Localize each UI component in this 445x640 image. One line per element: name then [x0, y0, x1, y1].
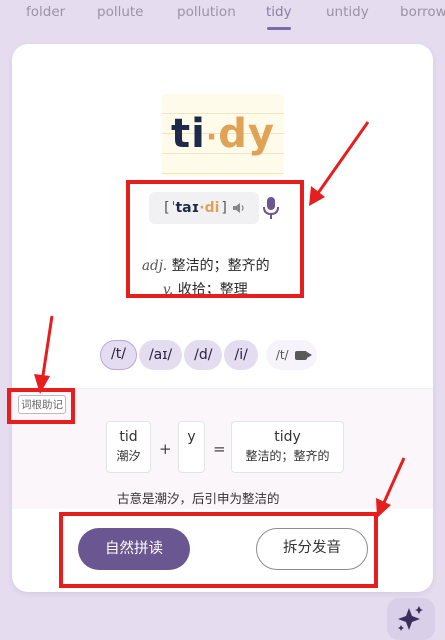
- headword-syllable-dot: ·: [205, 120, 219, 155]
- annotation-box-root-tag: [7, 388, 75, 424]
- video-camera-icon: [294, 350, 312, 360]
- etymology-suffix-box[interactable]: y: [178, 421, 205, 473]
- phoneme-video-label: /t/: [275, 348, 289, 362]
- tab-tidy[interactable]: tidy: [266, 4, 292, 20]
- sparkle-icon: [398, 606, 423, 631]
- etymology-suffix-word: y: [187, 429, 196, 445]
- etymology-root-meaning: 潮汐: [116, 449, 141, 463]
- phoneme-chip[interactable]: /d/: [184, 340, 223, 370]
- phoneme-video-button[interactable]: /t/: [265, 340, 317, 370]
- headword[interactable]: ti·dy: [162, 106, 284, 166]
- word-card: ti·dy [ ˈ taɪ · di ] adj. 整洁的；整齐的 v. 收拾；…: [12, 44, 433, 592]
- headword-part2: dy: [218, 111, 275, 157]
- plus-sign: +: [159, 440, 172, 458]
- etymology-result-word: tidy: [274, 429, 301, 445]
- tab-borrow[interactable]: borrow: [400, 4, 445, 20]
- phoneme-chip[interactable]: /aɪ/: [138, 340, 183, 370]
- etymology-result-box[interactable]: tidy 整洁的；整齐的: [231, 421, 344, 473]
- etymology-root-box[interactable]: tid 潮汐: [106, 421, 151, 473]
- active-tab-indicator: [267, 27, 291, 30]
- equals-sign: =: [213, 440, 226, 458]
- annotation-box-pronunciation: [126, 180, 304, 298]
- etymology-result-meaning: 整洁的；整齐的: [245, 449, 330, 463]
- phoneme-chip-row: /t/ /aɪ/ /d/ /i/ /t/: [100, 338, 319, 372]
- phoneme-chip[interactable]: /t/: [100, 340, 137, 370]
- etymology-root-word: tid: [119, 429, 138, 445]
- headword-part1: ti: [171, 111, 206, 157]
- word-tab-strip: folder pollute pollution tidy untidy bor…: [0, 0, 445, 32]
- tab-pollution[interactable]: pollution: [177, 4, 236, 20]
- phoneme-chip[interactable]: /i/: [224, 340, 258, 370]
- tab-untidy[interactable]: untidy: [326, 4, 369, 20]
- annotation-box-buttons: [59, 512, 378, 588]
- tab-pollute[interactable]: pollute: [97, 4, 144, 20]
- ai-sparkle-button[interactable]: [387, 598, 435, 640]
- tab-folder[interactable]: folder: [26, 4, 65, 20]
- etymology-note: 古意是潮汐，后引申为整洁的: [117, 491, 280, 506]
